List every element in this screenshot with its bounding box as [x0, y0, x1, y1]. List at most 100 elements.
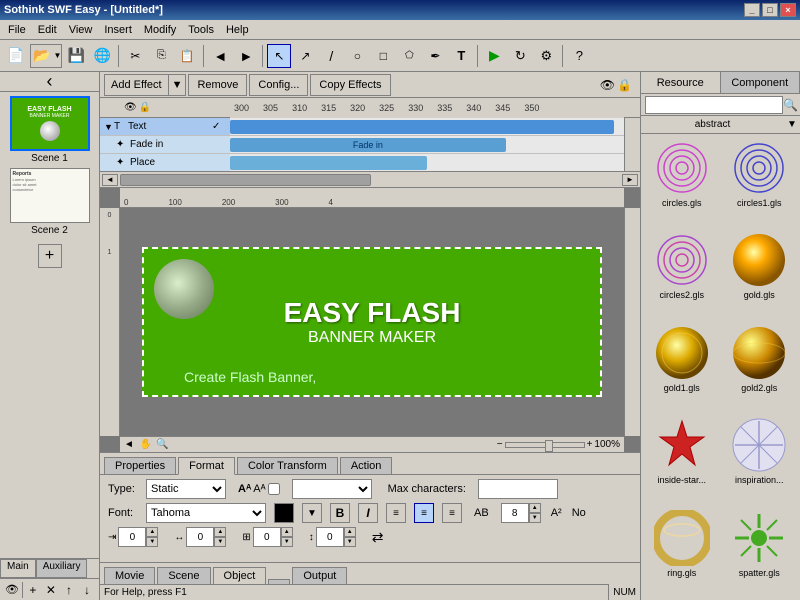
maximize-button[interactable]: □ — [762, 3, 778, 17]
text-type-select[interactable] — [292, 479, 372, 499]
spacing-arrows[interactable]: ▲ ▼ — [214, 527, 226, 547]
place-frame-bar[interactable] — [230, 156, 427, 170]
indent-down[interactable]: ▼ — [146, 537, 158, 547]
tab-properties[interactable]: Properties — [104, 457, 176, 474]
search-input[interactable] — [645, 96, 783, 114]
menu-view[interactable]: View — [63, 22, 99, 38]
timeline-lock-icon[interactable]: 🔒 — [139, 102, 151, 113]
size-down-arrow[interactable]: ▼ — [529, 513, 541, 523]
help-button[interactable]: ? — [567, 44, 591, 68]
refresh-button[interactable]: ↻ — [508, 44, 532, 68]
tab-output[interactable]: Output — [292, 567, 347, 584]
add-scene-button[interactable]: + — [38, 244, 62, 268]
transform-tool[interactable]: ↗ — [293, 44, 317, 68]
tab-object[interactable]: Object — [213, 567, 267, 584]
align-center-btn[interactable]: ≡ — [414, 503, 434, 523]
pen-tool[interactable]: ✒ — [423, 44, 447, 68]
minimize-button[interactable]: _ — [744, 3, 760, 17]
zoom-out-btn[interactable]: − — [497, 439, 503, 450]
cut-button[interactable]: ✂ — [123, 44, 147, 68]
rect-tool[interactable]: □ — [371, 44, 395, 68]
main-tab[interactable]: Main — [0, 559, 36, 578]
track-place[interactable]: ✦ Place — [100, 154, 230, 171]
publish-button[interactable]: 🌐 — [90, 44, 114, 68]
config-button[interactable]: Config... — [249, 74, 308, 96]
copy-button[interactable]: ⎘ — [149, 44, 173, 68]
menu-edit[interactable]: Edit — [32, 22, 63, 38]
resource-gold[interactable]: gold.gls — [723, 230, 797, 318]
resource-circles2[interactable]: circles2.gls — [645, 230, 719, 318]
spacing-down[interactable]: ▼ — [214, 537, 226, 547]
scene-2-item[interactable]: Reports Lorem ipsumdolor sit ametconsect… — [10, 168, 90, 236]
move-down-button[interactable]: ↓ — [79, 581, 95, 599]
collapse-scenes-button[interactable]: ‹ — [47, 72, 53, 92]
indent-arrows[interactable]: ▲ ▼ — [146, 527, 158, 547]
window-controls[interactable]: _ □ × — [744, 3, 796, 17]
resource-spatter[interactable]: spatter.gls — [723, 508, 797, 596]
resource-gold1[interactable]: gold1.gls — [645, 323, 719, 411]
remove-button[interactable]: Remove — [188, 74, 247, 96]
play-button[interactable]: ▶ — [482, 44, 506, 68]
expand-icon[interactable]: ▼ — [104, 122, 114, 132]
hscroll-left-canvas[interactable]: ◄ — [124, 439, 134, 450]
track-fadein[interactable]: ✦ Fade in — [100, 136, 230, 154]
redo-button[interactable]: ► — [234, 44, 258, 68]
hscroll-left[interactable]: ◄ — [102, 174, 118, 186]
text-tool[interactable]: T — [449, 44, 473, 68]
tab-format[interactable]: Format — [178, 457, 235, 475]
add-effect-arrow[interactable]: ▼ — [168, 75, 186, 95]
no-btn[interactable]: No — [572, 507, 586, 519]
resource-inside-star[interactable]: inside-star... — [645, 415, 719, 503]
eye-button[interactable]: 👁 — [4, 581, 20, 599]
track-check[interactable]: ✓ — [212, 121, 226, 132]
italic-button[interactable]: I — [358, 503, 378, 523]
hscroll-thumb[interactable] — [120, 174, 371, 186]
track-text[interactable]: ▼ T Text ✓ — [100, 118, 230, 136]
color-more-btn[interactable]: ▼ — [302, 503, 322, 523]
canvas-vscroll[interactable] — [624, 208, 640, 436]
delete-obj-button[interactable]: ✕ — [43, 581, 59, 599]
new-button[interactable]: 📄 — [4, 44, 28, 68]
hscroll-right[interactable]: ► — [622, 174, 638, 186]
eye-icon[interactable]: 👁 — [600, 78, 615, 92]
lock-icon[interactable]: 🔒 — [617, 78, 632, 92]
menu-tools[interactable]: Tools — [182, 22, 220, 38]
zoom-slider[interactable] — [505, 442, 585, 448]
type-select[interactable]: Static Dynamic Input — [146, 479, 226, 499]
margin-down[interactable]: ▼ — [281, 537, 293, 547]
timeline-vscroll[interactable] — [624, 118, 640, 171]
font-select[interactable]: Tahoma Arial Times New Roman — [146, 503, 266, 523]
font-size-input[interactable] — [501, 503, 529, 523]
resource-tab[interactable]: Resource — [641, 72, 721, 93]
menu-help[interactable]: Help — [220, 22, 255, 38]
undo-button[interactable]: ◄ — [208, 44, 232, 68]
resource-inspiration[interactable]: inspiration... — [723, 415, 797, 503]
resource-circles1[interactable]: circles1.gls — [723, 138, 797, 226]
leading-up[interactable]: ▲ — [344, 527, 356, 537]
copy-effects-button[interactable]: Copy Effects — [310, 74, 390, 96]
size-up-arrow[interactable]: ▲ — [529, 503, 541, 513]
align-left-btn[interactable]: ≡ — [386, 503, 406, 523]
leading-down[interactable]: ▼ — [344, 537, 356, 547]
leading-arrows[interactable]: ▲ ▼ — [344, 527, 356, 547]
component-tab[interactable]: Component — [721, 72, 800, 93]
resource-gold2[interactable]: gold2.gls — [723, 323, 797, 411]
menu-modify[interactable]: Modify — [138, 22, 182, 38]
auxiliary-tab[interactable]: Auxiliary — [36, 559, 88, 578]
move-up-button[interactable]: ↑ — [61, 581, 77, 599]
more-options-btn[interactable]: ⇄ — [372, 529, 384, 546]
open-dropdown[interactable]: 📂▼ — [30, 44, 62, 68]
fadein-frame-bar[interactable]: Fade in — [230, 138, 506, 152]
zoom-tool[interactable]: 🔍 — [156, 439, 168, 450]
poly-tool[interactable]: ⬠ — [397, 44, 421, 68]
zoom-slider-thumb[interactable] — [545, 440, 553, 452]
indent-up[interactable]: ▲ — [146, 527, 158, 537]
canvas-hscroll[interactable]: ◄ ✋ 🔍 − + 100% — [120, 436, 624, 452]
zoom-in-btn[interactable]: + — [587, 439, 593, 450]
paste-button[interactable]: 📋 — [175, 44, 199, 68]
menu-file[interactable]: File — [2, 22, 32, 38]
text-aa-btn[interactable]: Aᴬ — [253, 483, 265, 495]
spacing-input[interactable] — [186, 527, 214, 547]
menu-insert[interactable]: Insert — [98, 22, 138, 38]
font-size-arrows[interactable]: ▲ ▼ — [529, 503, 541, 523]
